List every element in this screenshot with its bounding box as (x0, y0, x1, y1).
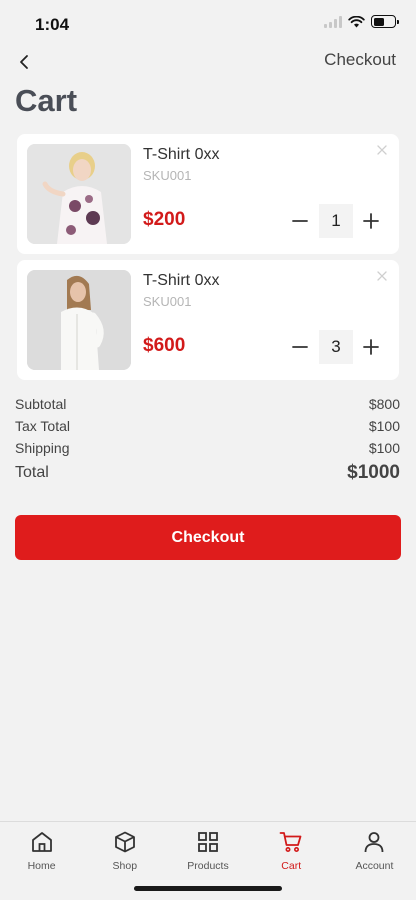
decrease-quantity-icon[interactable] (291, 212, 309, 230)
tab-label: Home (27, 860, 56, 872)
remove-item-icon[interactable] (375, 143, 389, 157)
cart-item: T-Shirt 0xx SKU001 $600 3 (17, 260, 399, 380)
shipping-value: $100 (368, 440, 400, 456)
checkout-button[interactable]: Checkout (15, 515, 401, 560)
chevron-left-icon (20, 55, 28, 69)
tab-account[interactable]: Account (333, 822, 416, 900)
tax-row: Tax Total $100 (15, 418, 400, 434)
shipping-label: Shipping (15, 440, 70, 456)
cube-icon (114, 831, 135, 853)
grid-icon (198, 832, 218, 852)
increase-quantity-icon[interactable] (362, 212, 380, 230)
item-sku: SKU001 (143, 294, 192, 309)
total-value: $1000 (347, 462, 400, 483)
status-bar: 1:04 (0, 0, 416, 48)
product-image[interactable] (27, 144, 131, 244)
subtotal-row: Subtotal $800 (15, 396, 400, 412)
status-time: 1:04 (35, 15, 70, 34)
cart-item: T-Shirt 0xx SKU001 $200 1 (17, 134, 399, 254)
increase-quantity-icon[interactable] (362, 338, 380, 356)
tab-label: Shop (112, 860, 138, 872)
subtotal-label: Subtotal (15, 396, 67, 412)
status-icons (324, 15, 399, 28)
item-name: T-Shirt 0xx (143, 146, 220, 163)
quantity-value[interactable]: 3 (319, 330, 353, 364)
item-price: $200 (143, 209, 186, 230)
signal-icon (324, 15, 342, 28)
subtotal-value: $800 (368, 396, 400, 412)
tab-label: Products (187, 860, 229, 872)
cart-icon (279, 832, 302, 852)
total-row: Total $1000 (15, 462, 400, 484)
item-name: T-Shirt 0xx (143, 272, 220, 289)
tax-value: $100 (368, 418, 400, 434)
battery-icon (371, 15, 399, 28)
item-price: $600 (143, 335, 186, 356)
tab-label: Cart (281, 860, 302, 872)
back-button[interactable] (12, 50, 36, 74)
shipping-row: Shipping $100 (15, 440, 400, 456)
wifi-icon (348, 15, 365, 27)
decrease-quantity-icon[interactable] (291, 338, 309, 356)
home-indicator (134, 886, 282, 891)
tab-home[interactable]: Home (0, 822, 83, 900)
tab-label: Account (355, 860, 394, 872)
remove-item-icon[interactable] (375, 269, 389, 283)
item-sku: SKU001 (143, 168, 192, 183)
product-image[interactable] (27, 270, 131, 370)
user-icon (365, 832, 384, 853)
home-icon (31, 832, 52, 852)
page-title: Cart (15, 83, 78, 118)
quantity-value[interactable]: 1 (319, 204, 353, 238)
header-checkout-link[interactable]: Checkout (324, 50, 396, 70)
tax-label: Tax Total (15, 418, 70, 434)
total-label: Total (15, 464, 49, 481)
